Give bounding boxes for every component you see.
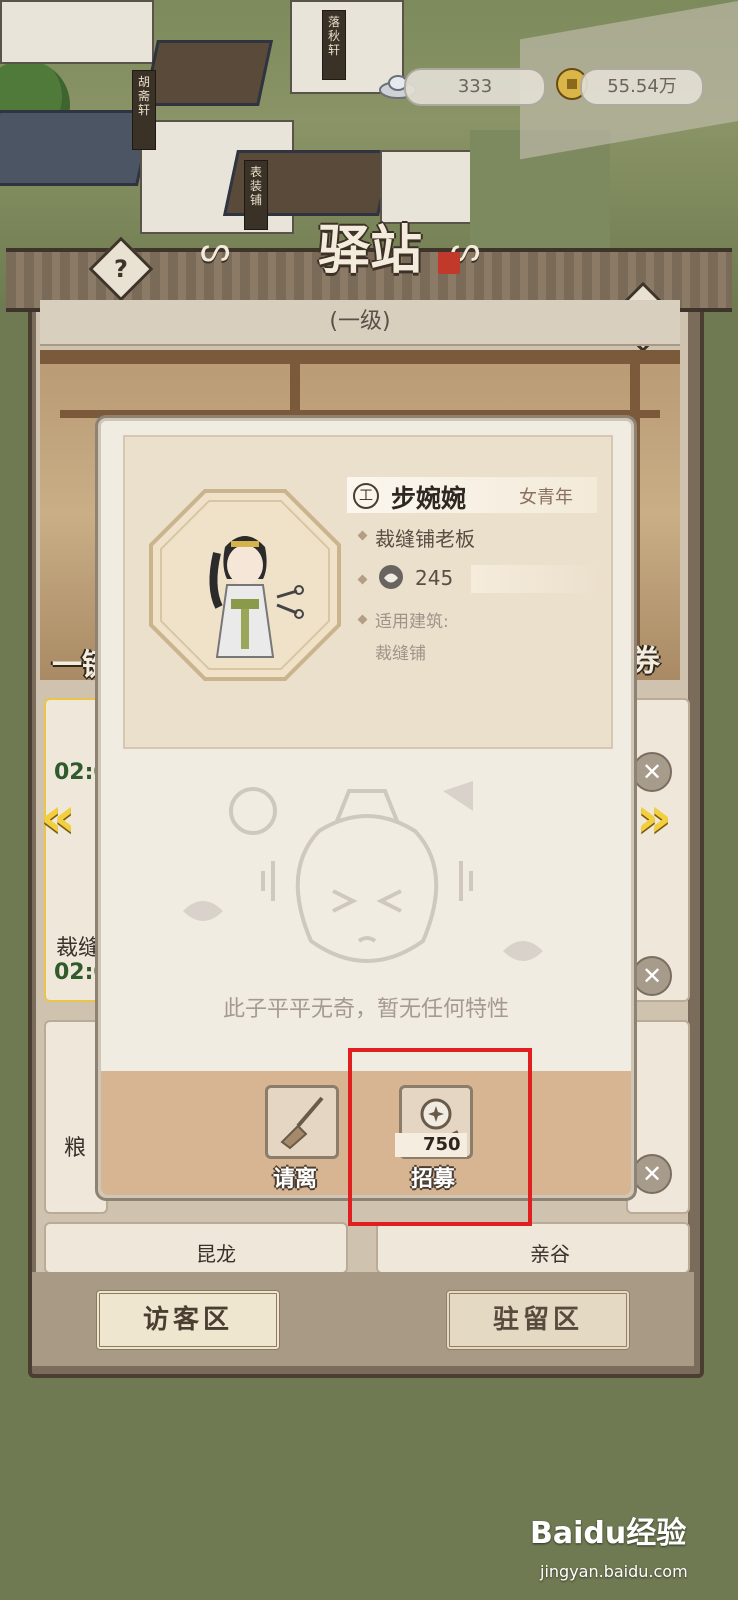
visitor-age-group: 女青年 xyxy=(519,487,573,508)
trait-description: 此子平平无奇，暂无任何特性 xyxy=(222,997,509,1022)
silver-counter: 333 xyxy=(404,68,546,106)
visitor-name: 步婉婉 xyxy=(391,484,467,513)
stay-zone-button[interactable]: 驻留区 xyxy=(446,1290,630,1350)
visitor-portrait xyxy=(147,487,343,683)
dismiss-label: 请离 xyxy=(273,1167,318,1192)
seal-stamp xyxy=(438,252,460,274)
bottom-card-2-label: 亲谷 xyxy=(530,1242,570,1266)
broom-icon xyxy=(265,1085,339,1159)
remove-button-2[interactable]: ✕ xyxy=(632,956,672,996)
bottom-card-1-label: 昆龙 xyxy=(196,1242,236,1266)
charm-icon xyxy=(377,563,405,591)
profession-type-icon: 工 xyxy=(353,483,379,509)
visitor-1-label: 裁缝 xyxy=(56,936,101,961)
watermark-url: jingyan.baidu.com xyxy=(540,1562,688,1581)
building-level: (一级) xyxy=(329,309,391,334)
value-highlight-bar xyxy=(471,565,601,593)
next-arrow-icon[interactable]: » xyxy=(636,788,676,848)
applicable-building-label: 适用建筑: xyxy=(375,612,449,632)
ticket-label[interactable]: 券 xyxy=(630,636,660,680)
coins-value: 55.54万 xyxy=(607,76,677,97)
recruit-highlight-box xyxy=(348,1048,532,1226)
level-bar: (一级) xyxy=(40,300,680,346)
coins-counter: 55.54万 xyxy=(580,68,704,106)
visitor-occupation: 裁缝铺老板 xyxy=(375,527,475,551)
question-icon: ? xyxy=(114,255,128,283)
dismiss-button[interactable]: 请离 xyxy=(257,1081,357,1192)
watermark-brand: Baidu经验 xyxy=(530,1516,687,1551)
visitor-value: 245 xyxy=(415,566,454,590)
prev-arrow-icon[interactable]: « xyxy=(40,788,80,848)
applicable-building: 裁缝铺 xyxy=(375,644,426,664)
visitor-2-label: 粮 xyxy=(64,1136,87,1161)
silver-value: 333 xyxy=(457,76,493,97)
visitor-zone-button[interactable]: 访客区 xyxy=(96,1290,280,1350)
remove-button-3[interactable]: ✕ xyxy=(632,1154,672,1194)
